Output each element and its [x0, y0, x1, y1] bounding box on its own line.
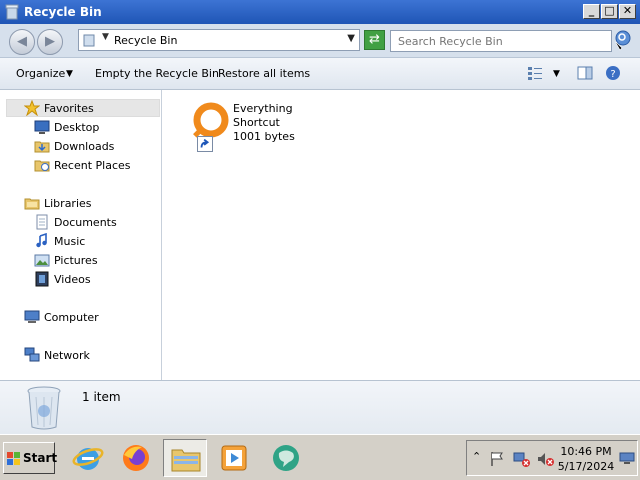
window-title: Recycle Bin	[24, 5, 102, 19]
taskbar-firefox[interactable]	[114, 439, 158, 477]
refresh-button[interactable]: ⇄	[364, 30, 385, 50]
internet-explorer-icon	[72, 448, 104, 470]
windows-explorer-icon	[171, 449, 201, 472]
volume-muted-icon[interactable]	[537, 451, 555, 467]
search-input[interactable]	[390, 30, 612, 52]
network-icon	[24, 347, 40, 362]
downloads-folder-icon	[34, 141, 50, 153]
taskbar-media-player[interactable]	[212, 439, 256, 477]
view-options-icon[interactable]	[527, 65, 543, 81]
forward-arrow-icon: ▶	[45, 34, 55, 49]
help-icon[interactable]: ?	[605, 65, 621, 81]
minimize-button[interactable]: _	[583, 4, 600, 19]
nav-label: Computer	[44, 311, 99, 324]
file-size: 1001 bytes	[233, 130, 295, 143]
organize-dropdown-icon[interactable]: ▼	[66, 69, 73, 79]
nav-label: Network	[44, 349, 90, 362]
clock[interactable]: 10:46 PM 5/17/2024	[557, 444, 615, 474]
nav-label: Music	[54, 235, 86, 248]
music-icon	[36, 233, 47, 248]
search-icon[interactable]	[612, 28, 634, 52]
organize-button[interactable]: Organize	[16, 67, 65, 80]
recycle-bin-icon	[5, 4, 19, 20]
taskbar-chat-app[interactable]	[264, 439, 308, 477]
nav-label: Videos	[54, 273, 91, 286]
videos-icon	[35, 271, 49, 287]
address-bar[interactable]: ▼ Recycle Bin ▼	[78, 29, 360, 51]
recycle-bin-large-icon	[27, 386, 61, 430]
start-button[interactable]: Start	[3, 442, 58, 474]
desktop-icon	[34, 120, 50, 134]
item-count: 1 item	[82, 390, 121, 404]
file-name: Everything	[233, 102, 293, 115]
recycle-bin-small-icon	[83, 34, 95, 47]
nav-label: Pictures	[54, 254, 98, 267]
libraries-icon	[24, 198, 40, 210]
maximize-button[interactable]: □	[601, 4, 618, 19]
action-center-flag-icon[interactable]	[489, 451, 505, 467]
breadcrumb-chevron-icon[interactable]: ▼	[102, 32, 109, 42]
forward-button[interactable]: ▶	[37, 29, 63, 55]
nav-label: Libraries	[44, 197, 92, 210]
clock-time: 10:46 PM	[560, 445, 612, 458]
documents-icon	[36, 214, 48, 230]
computer-icon	[24, 310, 40, 323]
nav-label: Recent Places	[54, 159, 131, 172]
windows-logo-icon	[7, 452, 20, 465]
title-bar: Recycle Bin _ □ ✕	[0, 0, 640, 24]
svg-text:?: ?	[610, 69, 615, 80]
address-dropdown-icon[interactable]: ▼	[347, 33, 355, 44]
firefox-icon	[123, 445, 149, 471]
back-button[interactable]: ◀	[9, 29, 35, 55]
recent-places-icon	[34, 160, 50, 172]
nav-label: Favorites	[44, 102, 94, 115]
show-hidden-icons-icon[interactable]: ⌃	[472, 450, 481, 463]
shortcut-arrow-icon	[197, 136, 213, 152]
close-button[interactable]: ✕	[619, 4, 636, 19]
file-item-everything[interactable]: Everything Shortcut 1001 bytes	[179, 98, 329, 158]
clock-date: 5/17/2024	[557, 460, 615, 473]
file-type: Shortcut	[233, 116, 280, 129]
chat-app-icon	[273, 445, 299, 471]
pictures-icon	[34, 254, 50, 267]
command-bar: Organize ▼ Empty the Recycle Bin Restore…	[0, 58, 640, 90]
taskbar-windows-explorer[interactable]	[163, 439, 207, 477]
media-player-icon	[221, 445, 247, 471]
start-label: Start	[23, 451, 58, 465]
taskbar: Start ⌃ 10:46 PM 5/17/2024	[0, 434, 640, 480]
file-list[interactable]: Everything Shortcut 1001 bytes	[163, 90, 640, 380]
refresh-icon: ⇄	[369, 32, 380, 47]
system-tray: ⌃ 10:46 PM 5/17/2024	[466, 440, 638, 476]
show-desktop-icon[interactable]	[619, 452, 635, 464]
taskbar-internet-explorer[interactable]	[66, 439, 110, 477]
restore-all-items-button[interactable]: Restore all items	[218, 67, 310, 80]
view-dropdown-icon[interactable]: ▼	[553, 69, 560, 79]
nav-label: Downloads	[54, 140, 115, 153]
nav-label: Documents	[54, 216, 117, 229]
preview-pane-icon[interactable]	[577, 65, 593, 81]
star-icon	[24, 100, 40, 116]
empty-recycle-bin-button[interactable]: Empty the Recycle Bin	[95, 67, 219, 80]
back-arrow-icon: ◀	[17, 34, 27, 49]
breadcrumb[interactable]: Recycle Bin	[114, 34, 177, 47]
network-disconnected-icon[interactable]	[513, 451, 531, 467]
details-pane: 1 item	[0, 380, 640, 434]
navigation-bar: ◀ ▶ ▼ Recycle Bin ▼ ⇄	[0, 24, 640, 58]
navigation-pane: Favorites Desktop Downloads Recent Place…	[0, 90, 162, 380]
nav-label: Desktop	[54, 121, 100, 134]
